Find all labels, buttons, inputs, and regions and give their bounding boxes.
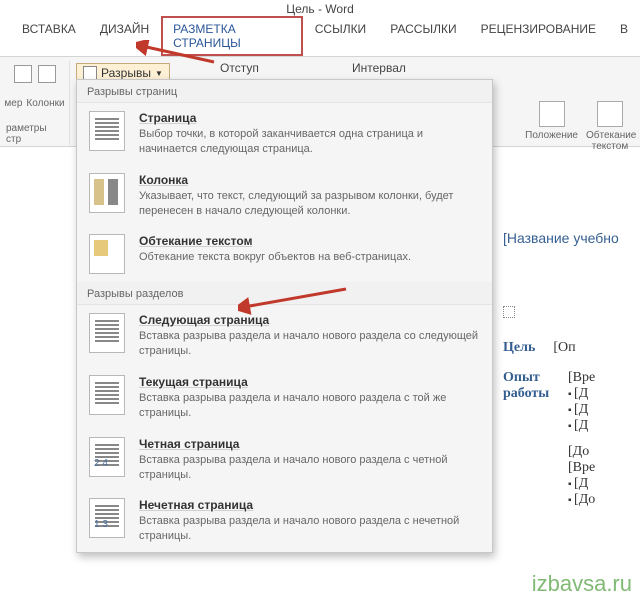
doc-list-item: [Д — [568, 476, 595, 492]
break-even-title: Четная страница — [139, 437, 480, 451]
size-icon[interactable] — [14, 65, 32, 83]
annotation-arrow-1 — [136, 40, 216, 70]
column-break-icon — [89, 173, 125, 213]
tab-view-partial[interactable]: В — [608, 16, 640, 56]
doc-list-item: [Д — [568, 402, 595, 418]
text-wrap-break-icon — [89, 234, 125, 274]
break-column-desc: Указывает, что текст, следующий за разры… — [139, 189, 480, 219]
break-even-desc: Вставка разрыва раздела и начало нового … — [139, 453, 480, 483]
columns-icon[interactable] — [38, 65, 56, 83]
document-preview: [Название учебно Цель [Оп Опыт работы [В… — [495, 120, 640, 508]
doc-list-item: [До — [568, 444, 595, 460]
doc-list-item: [Д — [568, 386, 595, 402]
size-label: мер — [4, 98, 22, 109]
break-odd-title: Нечетная страница — [139, 498, 480, 512]
break-next-page-title: Следующая страница — [139, 313, 480, 327]
doc-list-item: [До — [568, 492, 595, 508]
break-column[interactable]: Колонка Указывает, что текст, следующий … — [77, 165, 492, 227]
break-continuous-title: Текущая страница — [139, 375, 480, 389]
break-page-title: Страница — [139, 111, 480, 125]
break-even-page[interactable]: 2 4 Четная страница Вставка разрыва разд… — [77, 429, 492, 491]
doc-exp-label: Опыт работы — [503, 370, 558, 402]
doc-list-item: [Д — [568, 418, 595, 434]
break-page[interactable]: Страница Выбор точки, в которой заканчив… — [77, 103, 492, 165]
next-page-break-icon — [89, 313, 125, 353]
doc-exp-value: [Вре — [568, 370, 595, 386]
tab-review[interactable]: РЕЦЕНЗИРОВАНИЕ — [469, 16, 608, 56]
break-wrap-title: Обтекание текстом — [139, 234, 480, 248]
tab-mailings[interactable]: РАССЫЛКИ — [378, 16, 468, 56]
ribbon-tabs: ВСТАВКА ДИЗАЙН РАЗМЕТКА СТРАНИЦЫ ССЫЛКИ … — [0, 16, 640, 57]
anchor-icon — [503, 306, 515, 318]
break-continuous[interactable]: Текущая страница Вставка разрыва раздела… — [77, 367, 492, 429]
doc-institution: [Название учебно — [503, 230, 640, 246]
page-break-icon — [89, 111, 125, 151]
break-odd-page[interactable]: 1 3 Нечетная страница Вставка разрыва ра… — [77, 490, 492, 552]
doc-exp-value: [Вре — [568, 460, 595, 476]
break-odd-desc: Вставка разрыва раздела и начало нового … — [139, 514, 480, 544]
doc-goal-label: Цель — [503, 340, 535, 356]
spacing-label: Интервал — [352, 61, 406, 75]
odd-page-break-icon: 1 3 — [89, 498, 125, 538]
page-setup-label: раметры стр — [6, 123, 63, 145]
even-page-break-icon: 2 4 — [89, 437, 125, 477]
columns-label: Колонки — [26, 98, 64, 109]
indent-label: Отступ — [220, 61, 259, 75]
break-next-page-desc: Вставка разрыва раздела и начало нового … — [139, 329, 480, 359]
watermark: izbavsa.ru — [532, 571, 632, 597]
break-text-wrap[interactable]: Обтекание текстом Обтекание текста вокру… — [77, 226, 492, 282]
breaks-dropdown: Разрывы страниц Страница Выбор точки, в … — [76, 79, 493, 553]
breaks-icon — [83, 66, 97, 80]
window-title: Цель - Word — [0, 0, 640, 16]
tab-references[interactable]: ССЫЛКИ — [303, 16, 378, 56]
tab-insert[interactable]: ВСТАВКА — [10, 16, 88, 56]
annotation-arrow-2 — [238, 285, 348, 315]
break-page-desc: Выбор точки, в которой заканчивается одн… — [139, 127, 480, 157]
break-column-title: Колонка — [139, 173, 480, 187]
dropdown-section-page-breaks: Разрывы страниц — [77, 80, 492, 103]
break-wrap-desc: Обтекание текста вокруг объектов на веб-… — [139, 250, 480, 265]
continuous-break-icon — [89, 375, 125, 415]
break-continuous-desc: Вставка разрыва раздела и начало нового … — [139, 391, 480, 421]
doc-goal-value: [Оп — [553, 340, 575, 356]
